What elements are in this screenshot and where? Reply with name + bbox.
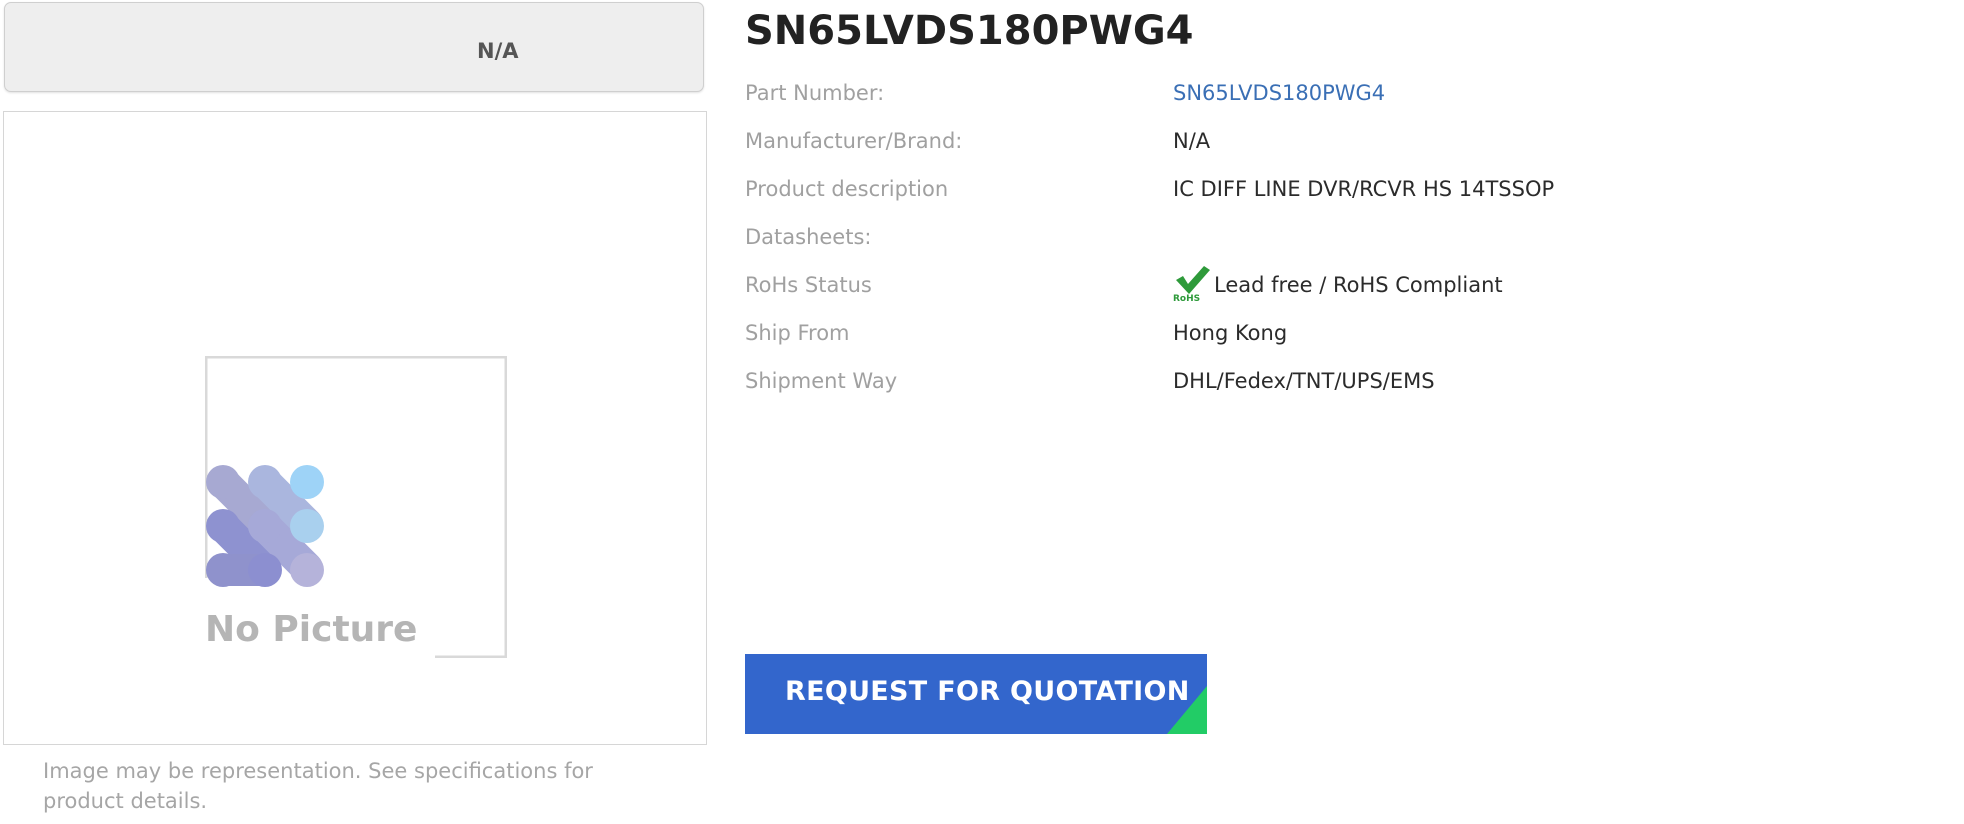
- spec-value: DHL/Fedex/TNT/UPS/EMS: [1173, 369, 1435, 393]
- spec-label: Datasheets:: [745, 225, 872, 249]
- rfq-corner-accent: [1167, 686, 1207, 734]
- brand-label: N/A: [477, 39, 519, 63]
- spec-label: RoHs Status: [745, 273, 872, 297]
- spec-label: Part Number:: [745, 81, 885, 105]
- spec-label: Shipment Way: [745, 369, 898, 393]
- spec-label: Manufacturer/Brand:: [745, 129, 963, 153]
- rohs-icon-text: RoHS: [1173, 294, 1200, 302]
- image-caption: Image may be representation. See specifi…: [43, 759, 593, 813]
- product-title: SN65LVDS180PWG4: [745, 8, 1194, 54]
- spec-value: N/A: [1173, 129, 1211, 153]
- rohs-text: Lead free / RoHS Compliant: [1214, 273, 1503, 297]
- request-quotation-button[interactable]: REQUEST FOR QUOTATION: [745, 654, 1207, 734]
- spec-value: Hong Kong: [1173, 321, 1288, 345]
- no-picture-text: No Picture: [205, 609, 417, 650]
- brand-box: N/A: [4, 2, 704, 92]
- spec-value: IC DIFF LINE DVR/RCVR HS 14TSSOP: [1173, 177, 1555, 201]
- rohs-value: RoHS Lead free / RoHS Compliant: [1173, 266, 1503, 305]
- part-number-link[interactable]: SN65LVDS180PWG4: [1173, 75, 1385, 111]
- spec-label: Product description: [745, 177, 949, 201]
- no-picture-placeholder: No Picture: [205, 356, 507, 658]
- rohs-check-icon: RoHS: [1173, 266, 1210, 302]
- rfq-label: REQUEST FOR QUOTATION: [785, 676, 1190, 707]
- product-image-frame: No Picture: [3, 111, 707, 745]
- spec-label: Ship From: [745, 321, 850, 345]
